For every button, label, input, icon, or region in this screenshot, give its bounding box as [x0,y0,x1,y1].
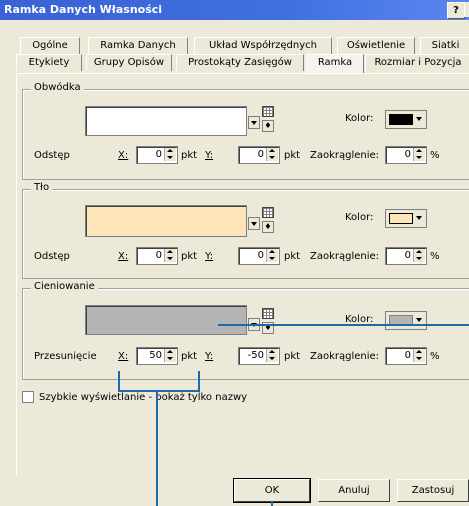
background-y-spinner[interactable]: 0 [238,247,280,265]
rounding-label: Zaokrąglenie: [310,150,380,161]
group-legend: Obwódka [31,82,84,93]
y-label: Y: [205,351,214,362]
percent-label: % [430,251,440,262]
tab-etykiety[interactable]: Etykiety [16,54,82,71]
unit-label: pkt [181,351,198,362]
background-x-spinner[interactable]: 0 [136,247,178,265]
rounding-label: Zaokrąglenie: [310,251,380,262]
spacing-label: Odstęp [34,251,70,262]
unit-label: pkt [284,351,301,362]
tab-rozmiar-i-pozycja[interactable]: Rozmiar i Pozycja [365,54,469,71]
tab-ramka[interactable]: Ramka [306,54,364,73]
unit-label: pkt [181,251,198,262]
spacing-label: Odstęp [34,150,70,161]
spinner-value: 0 [257,250,264,261]
callout-line [198,371,200,391]
spinner-value: 50 [149,350,162,361]
apply-button[interactable]: Zastosuj [397,479,469,502]
chevron-down-icon [416,216,422,220]
color-label: Kolor: [345,212,374,223]
spinner-arrows[interactable] [164,148,176,161]
shadow-y-spinner[interactable]: -50 [238,347,280,365]
help-button[interactable]: ? [447,2,465,19]
group-legend: Tło [31,182,53,193]
tab-prostokaty-zasiegow[interactable]: Prostokąty Zasięgów [176,54,304,71]
tab-uklad-wspolrzednych[interactable]: Układ Współrzędnych [194,37,332,54]
close-button[interactable] [464,2,469,17]
spinner-arrows[interactable] [266,249,278,262]
x-label: X: [118,150,129,161]
x-label: X: [118,251,129,262]
spinner-value: 0 [155,149,162,160]
border-preview[interactable] [85,106,247,136]
group-legend: Cieniowanie [31,281,98,292]
border-rounding-spinner[interactable]: 0 [385,146,427,164]
y-label: Y: [205,251,214,262]
callout-line [118,371,120,391]
unit-label: pkt [284,150,301,161]
tab-ramka-danych[interactable]: Ramka Danych [88,37,188,54]
offset-label: Przesunięcie [34,351,97,362]
color-swatch [389,213,413,224]
shadow-rounding-spinner[interactable]: 0 [385,347,427,365]
spinner-value: 0 [404,149,411,160]
shadow-color-picker[interactable] [385,311,427,330]
spinner-arrows[interactable] [413,349,425,362]
shadow-preview[interactable] [85,305,247,335]
unit-label: pkt [181,150,198,161]
spinner-arrows[interactable] [413,148,425,161]
color-swatch [389,114,413,125]
tab-grupy-opisow[interactable]: Grupy Opisów [86,54,172,71]
spinner-arrows[interactable] [164,249,176,262]
border-y-spinner[interactable]: 0 [238,146,280,164]
style-icon[interactable]: ♦ [262,120,274,132]
background-color-picker[interactable] [385,209,427,228]
fast-display-checkbox[interactable] [22,391,34,403]
background-preview[interactable] [85,205,247,237]
tab-ogolne[interactable]: Ogólne [20,37,80,54]
callout-line [271,501,273,506]
color-label: Kolor: [345,113,374,124]
tab-oswietlenie[interactable]: Oświetlenie [337,37,415,54]
background-rounding-spinner[interactable]: 0 [385,247,427,265]
callout-line [118,390,200,392]
chevron-down-icon [416,117,422,121]
grid-icon[interactable] [262,106,274,117]
border-color-picker[interactable] [385,110,427,129]
tab-siatki[interactable]: Siatki [420,37,469,54]
shadow-x-spinner[interactable]: 50 [136,347,178,365]
border-style-dropdown[interactable] [248,116,260,129]
title-bar: Ramka Danych Własności ? [0,0,469,20]
window-title: Ramka Danych Własności [4,3,163,16]
x-label: X: [118,351,129,362]
spinner-value: 0 [404,250,411,261]
callout-line [156,390,158,506]
spinner-arrows[interactable] [266,349,278,362]
spinner-arrows[interactable] [266,148,278,161]
cancel-button[interactable]: Anuluj [318,479,390,502]
spinner-arrows[interactable] [413,249,425,262]
grid-icon[interactable] [262,207,274,218]
spinner-value: 0 [155,250,162,261]
percent-label: % [430,150,440,161]
chevron-down-icon [416,318,422,322]
rounding-label: Zaokrąglenie: [310,351,380,362]
y-label: Y: [205,150,214,161]
grid-icon[interactable] [262,308,274,319]
spinner-value: 0 [257,149,264,160]
spinner-value: -50 [247,350,264,361]
callout-line [218,324,469,326]
spinner-value: 0 [404,350,411,361]
spinner-arrows[interactable] [164,349,176,362]
fast-display-label: Szybkie wyświetlanie - pokaż tylko nazwy [39,392,248,403]
ok-button[interactable]: OK [233,478,311,503]
properties-dialog: Ramka Danych Własności ? Ogólne Ramka Da… [0,0,469,506]
background-style-dropdown[interactable] [248,217,260,230]
unit-label: pkt [284,251,301,262]
border-x-spinner[interactable]: 0 [136,146,178,164]
percent-label: % [430,351,440,362]
style-icon[interactable]: ♦ [262,221,274,233]
